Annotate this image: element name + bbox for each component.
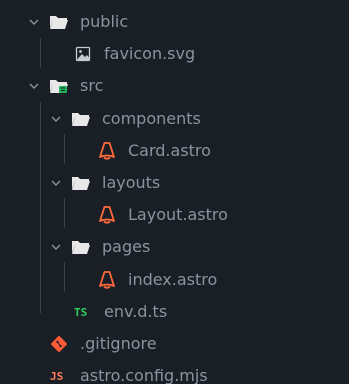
folder-label: components <box>102 108 201 128</box>
folder-open-icon <box>49 12 69 32</box>
folder-src-icon <box>49 76 69 96</box>
file-tree: public favicon.svg src components Card.a… <box>0 0 349 384</box>
file-gitignore[interactable]: .gitignore <box>0 328 349 360</box>
folder-components[interactable]: components <box>0 103 349 135</box>
svg-text:TS: TS <box>74 306 87 319</box>
folder-public[interactable]: public <box>0 6 349 38</box>
file-label: astro.config.mjs <box>80 366 208 384</box>
file-label: .gitignore <box>80 333 157 353</box>
file-label: Card.astro <box>128 140 211 160</box>
folder-label: src <box>80 76 104 96</box>
folder-open-icon <box>71 173 91 193</box>
file-label: env.d.ts <box>104 301 168 321</box>
file-astro-config-mjs[interactable]: JS astro.config.mjs <box>0 360 349 384</box>
javascript-file-icon: JS <box>49 366 69 384</box>
chevron-down-icon[interactable] <box>49 176 63 190</box>
image-file-icon <box>73 44 93 64</box>
svg-text:JS: JS <box>50 370 63 383</box>
astro-file-icon <box>97 205 117 225</box>
git-file-icon <box>49 334 69 354</box>
file-favicon-svg[interactable]: favicon.svg <box>0 38 349 70</box>
folder-label: pages <box>102 237 151 257</box>
file-index-astro[interactable]: index.astro <box>0 264 349 296</box>
folder-label: public <box>80 12 129 32</box>
folder-open-icon <box>71 237 91 257</box>
file-label: index.astro <box>128 269 218 289</box>
chevron-down-icon[interactable] <box>27 15 41 29</box>
folder-layouts[interactable]: layouts <box>0 167 349 199</box>
folder-src[interactable]: src <box>0 70 349 102</box>
file-explorer-panel: public favicon.svg src components Card.a… <box>0 0 349 384</box>
file-env-d-ts[interactable]: TS env.d.ts <box>0 296 349 328</box>
typescript-file-icon: TS <box>73 302 93 322</box>
file-layout-astro[interactable]: Layout.astro <box>0 199 349 231</box>
file-label: Layout.astro <box>128 205 228 225</box>
folder-label: layouts <box>102 173 161 193</box>
folder-pages[interactable]: pages <box>0 231 349 263</box>
chevron-down-icon[interactable] <box>49 112 63 126</box>
file-label: favicon.svg <box>104 44 196 64</box>
chevron-down-icon[interactable] <box>27 79 41 93</box>
folder-open-icon <box>71 109 91 129</box>
astro-file-icon <box>97 141 117 161</box>
file-card-astro[interactable]: Card.astro <box>0 135 349 167</box>
chevron-down-icon[interactable] <box>49 240 63 254</box>
astro-file-icon <box>97 270 117 290</box>
